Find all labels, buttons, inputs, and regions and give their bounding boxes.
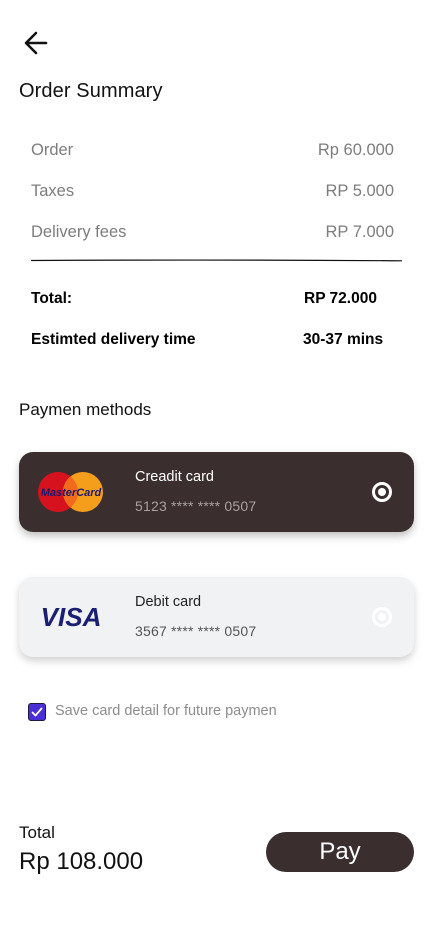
- summary-value: RP 5.000: [325, 182, 395, 200]
- total-label: Total:: [31, 290, 73, 307]
- summary-label: Taxes: [31, 182, 75, 200]
- summary-divider: [31, 259, 402, 262]
- save-card-label: Save card detail for future paymen: [55, 703, 277, 719]
- grand-total-value: Rp 108.000: [19, 848, 144, 875]
- pay-button[interactable]: Pay: [266, 832, 414, 872]
- visa-logo: VISA: [41, 602, 102, 632]
- arrow-left-icon: [24, 31, 48, 55]
- delivery-time-label: Estimted delivery time: [31, 331, 196, 348]
- credit-card-option[interactable]: MasterCard Creadit card 5123 **** **** 0…: [19, 452, 414, 532]
- back-button[interactable]: [20, 28, 52, 58]
- summary-value: RP 7.000: [325, 223, 395, 241]
- visa-text: VISA: [41, 602, 102, 632]
- page-title: Order Summary: [19, 80, 163, 102]
- summary-label: Order: [31, 141, 74, 159]
- save-card-checkbox[interactable]: [28, 703, 46, 721]
- checkmark-icon: [31, 707, 43, 717]
- grand-total-label: Total: [19, 823, 55, 842]
- card-name: Debit card: [135, 594, 202, 610]
- total-value: RP 72.000: [304, 290, 377, 307]
- delivery-time-value: 30-37 mins: [303, 331, 384, 348]
- summary-value: Rp 60.000: [317, 141, 394, 159]
- card-number: 5123 **** **** 0507: [135, 498, 257, 514]
- card-number: 3567 **** **** 0507: [135, 623, 257, 639]
- debit-card-option[interactable]: VISA Debit card 3567 **** **** 0507: [19, 577, 414, 657]
- debit-card-radio[interactable]: [372, 607, 392, 627]
- mastercard-text: MasterCard: [41, 487, 102, 499]
- card-name: Creadit card: [135, 469, 214, 485]
- mastercard-logo: MasterCard: [38, 472, 103, 512]
- summary-label: Delivery fees: [31, 223, 127, 241]
- credit-card-radio[interactable]: [372, 482, 392, 502]
- payment-methods-title: Paymen methods: [19, 400, 152, 419]
